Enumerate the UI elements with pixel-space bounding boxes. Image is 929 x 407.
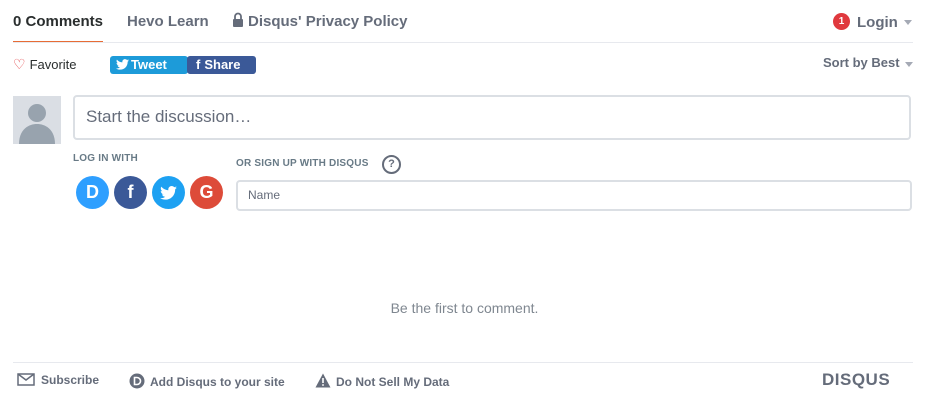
tab-comments[interactable]: 0 Comments [13,13,103,30]
default-avatar-icon [19,104,55,144]
subscribe-link[interactable]: Subscribe [17,373,99,387]
tweet-label: Tweet [131,57,167,72]
twitter-bird-icon [116,59,129,70]
warning-icon [315,373,331,388]
avatar [13,96,61,144]
disqus-d-icon [129,373,145,389]
empty-state-message: Be the first to comment. [390,300,539,316]
add-disqus-label: Add Disqus to your site [150,375,285,389]
footer-divider [13,362,913,363]
login-button[interactable]: Login [857,14,898,31]
tab-privacy-policy[interactable]: Disqus' Privacy Policy [248,13,407,30]
discussion-input[interactable]: Start the discussion… [73,95,911,140]
facebook-share-button[interactable]: f Share [187,56,256,74]
subscribe-label: Subscribe [41,373,100,387]
notification-badge[interactable]: 1 [833,13,850,30]
chevron-down-icon[interactable] [905,62,913,67]
facebook-login-icon[interactable]: f [114,176,147,209]
disqus-logo[interactable]: DISQUS [822,370,890,390]
sort-dropdown[interactable]: Sort by Best [823,55,900,70]
envelope-icon [17,373,35,386]
tab-hevo-learn[interactable]: Hevo Learn [127,13,209,30]
login-with-label: LOG IN WITH [73,153,138,164]
name-field[interactable]: Name [236,180,912,211]
twitter-bird-icon [160,186,177,200]
lock-icon [233,12,243,27]
add-disqus-link[interactable]: Add Disqus to your site [129,373,285,389]
help-icon[interactable]: ? [382,155,401,174]
disqus-login-icon[interactable]: D [76,176,109,209]
do-not-sell-label: Do Not Sell My Data [336,375,450,389]
nav-divider [13,42,913,43]
signup-label: OR SIGN UP WITH DISQUS [236,158,369,169]
twitter-login-icon[interactable] [152,176,185,209]
tweet-button[interactable]: Tweet [110,56,188,74]
heart-icon: ♡ [13,56,26,72]
share-label: Share [204,57,241,72]
favorite-button[interactable]: ♡ Favorite [13,56,77,73]
facebook-f-icon: f [196,57,201,72]
google-login-icon[interactable]: G [190,176,223,209]
favorite-label: Favorite [29,57,77,72]
chevron-down-icon[interactable] [904,20,912,25]
do-not-sell-link[interactable]: Do Not Sell My Data [315,373,449,389]
